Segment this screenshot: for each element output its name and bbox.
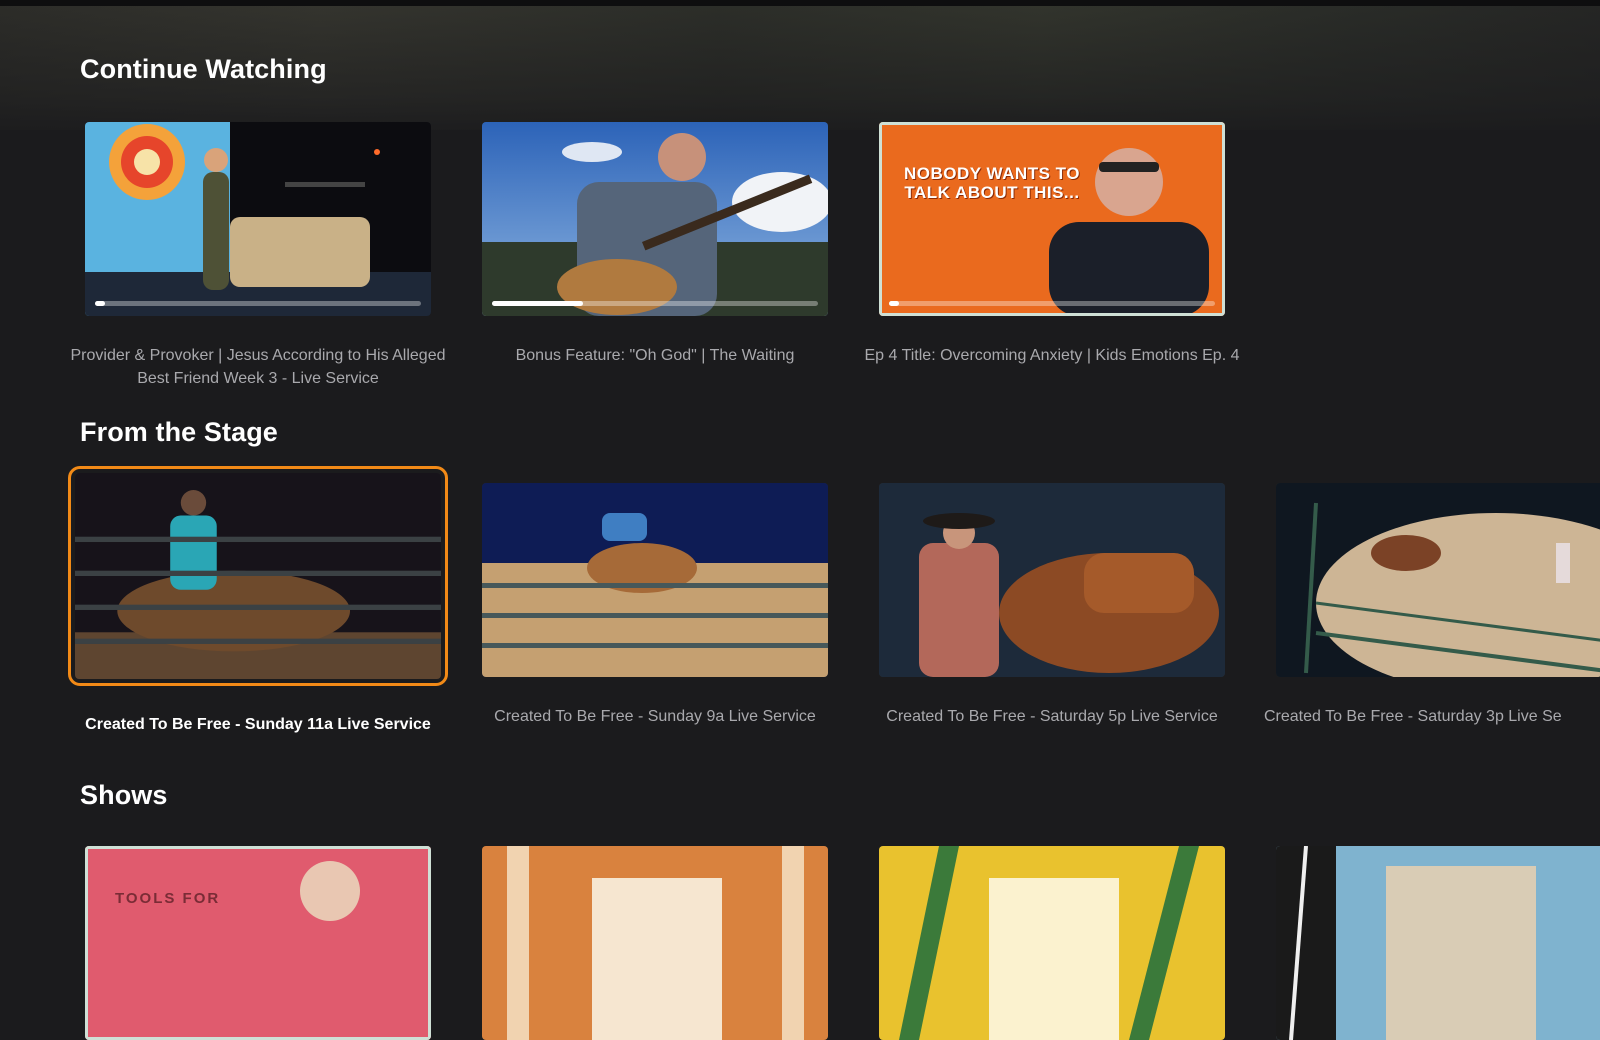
video-thumbnail <box>85 122 431 316</box>
video-thumbnail <box>482 122 828 316</box>
section-title-continue-watching: Continue Watching <box>80 54 327 84</box>
section-title-shows: Shows <box>80 780 168 810</box>
show-thumbnail <box>1276 846 1600 1040</box>
top-edge <box>0 0 1600 6</box>
video-title: Provider & Provoker | Jesus According to… <box>70 347 446 387</box>
video-thumbnail <box>75 473 441 679</box>
video-title: Created To Be Free - Saturday 5p Live Se… <box>886 708 1218 725</box>
show-thumbnail: TOOLS FOR <box>85 846 431 1040</box>
video-title: Created To Be Free - Sunday 9a Live Serv… <box>494 708 816 725</box>
watch-progress-bar <box>492 301 818 306</box>
watch-progress-bar <box>95 301 421 306</box>
show-thumbnail <box>482 846 828 1040</box>
video-thumbnail <box>879 483 1225 677</box>
thumbnail-overlay-text: NOBODY WANTS TO TALK ABOUT THIS... <box>904 164 1080 202</box>
video-thumbnail <box>482 483 828 677</box>
video-title: Created To Be Free - Sunday 11a Live Ser… <box>85 716 431 733</box>
video-title: Bonus Feature: "Oh God" | The Waiting <box>515 347 795 364</box>
watch-progress-bar <box>889 301 1215 306</box>
video-title: Ep 4 Title: Overcoming Anxiety | Kids Em… <box>864 347 1240 364</box>
show-thumbnail <box>879 846 1225 1040</box>
video-thumbnail: NOBODY WANTS TO TALK ABOUT THIS... <box>879 122 1225 316</box>
section-title-from-the-stage: From the Stage <box>80 417 278 447</box>
video-title: Created To Be Free - Saturday 3p Live Se <box>1264 708 1562 725</box>
video-thumbnail <box>1276 483 1600 677</box>
show-title-text: TOOLS FOR <box>115 890 221 907</box>
